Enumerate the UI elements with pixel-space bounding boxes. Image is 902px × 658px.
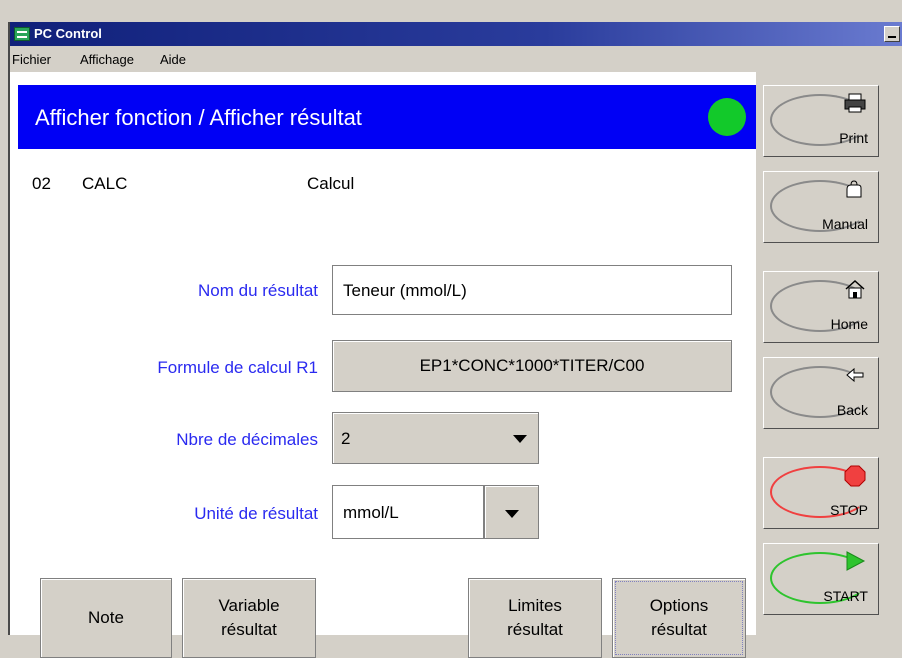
title-bar: PC Control xyxy=(10,22,902,46)
sidebar: Print Manual Home Back STOP START xyxy=(756,72,902,635)
unit-input[interactable]: mmol/L xyxy=(332,485,484,539)
printer-icon xyxy=(844,93,866,113)
result-name-value: Teneur (mmol/L) xyxy=(343,281,467,300)
main-panel: Afficher fonction / Afficher résultat 02… xyxy=(10,72,756,658)
result-name-label: Nom du résultat xyxy=(198,281,318,300)
page-title: Afficher fonction / Afficher résultat xyxy=(35,105,362,130)
variable-result-label-2: résultat xyxy=(221,620,277,639)
function-code: CALC xyxy=(82,174,128,193)
variable-result-button[interactable]: Variable résultat xyxy=(182,578,316,658)
note-button[interactable]: Note xyxy=(40,578,172,658)
back-label: Back xyxy=(836,402,868,418)
stop-octagon-icon xyxy=(844,465,866,487)
house-icon xyxy=(845,279,865,299)
print-button[interactable]: Print xyxy=(763,85,879,157)
limits-result-button[interactable]: Limites résultat xyxy=(468,578,602,658)
home-label: Home xyxy=(830,316,868,332)
variable-result-label-1: Variable xyxy=(218,596,280,616)
app-logo-icon xyxy=(14,27,30,41)
header-bar: Afficher fonction / Afficher résultat xyxy=(18,85,756,149)
formula-label: Formule de calcul R1 xyxy=(157,358,318,377)
menu-bar: Fichier Affichage Aide xyxy=(10,46,902,72)
back-arrow-icon xyxy=(846,367,864,383)
options-result-button[interactable]: Options résultat xyxy=(612,578,746,658)
manual-button[interactable]: Manual xyxy=(763,171,879,243)
menu-affichage[interactable]: Affichage xyxy=(80,52,134,67)
unit-dropdown-button[interactable] xyxy=(484,485,539,539)
limits-result-label-2: résultat xyxy=(507,620,563,639)
formula-value: EP1*CONC*1000*TITER/C00 xyxy=(419,356,645,375)
stop-label: STOP xyxy=(830,502,868,518)
decimals-label: Nbre de décimales xyxy=(176,430,318,449)
play-triangle-icon xyxy=(846,551,866,571)
start-button[interactable]: START xyxy=(763,543,879,615)
menu-aide[interactable]: Aide xyxy=(160,52,186,67)
result-name-input[interactable]: Teneur (mmol/L) xyxy=(332,265,732,315)
start-label: START xyxy=(823,588,868,604)
status-indicator-icon xyxy=(708,98,746,136)
note-button-label: Note xyxy=(88,608,124,628)
limits-result-label-1: Limites xyxy=(508,596,562,616)
stop-button[interactable]: STOP xyxy=(763,457,879,529)
manual-label: Manual xyxy=(822,216,868,232)
back-button[interactable]: Back xyxy=(763,357,879,429)
function-name: Calcul xyxy=(307,174,355,193)
chevron-down-icon xyxy=(505,510,519,518)
options-result-label-2: résultat xyxy=(651,620,707,639)
decimals-value: 2 xyxy=(341,429,351,448)
home-button[interactable]: Home xyxy=(763,271,879,343)
window-title: PC Control xyxy=(34,26,102,41)
app-window: PC Control Fichier Affichage Aide Affich… xyxy=(8,22,902,658)
decimals-select[interactable]: 2 xyxy=(332,412,539,464)
menu-fichier[interactable]: Fichier xyxy=(12,52,51,67)
options-result-label-1: Options xyxy=(649,596,709,616)
chevron-down-icon xyxy=(513,435,527,443)
hand-icon xyxy=(846,180,862,198)
formula-button[interactable]: EP1*CONC*1000*TITER/C00 xyxy=(332,340,732,392)
print-label: Print xyxy=(839,130,868,146)
unit-label: Unité de résultat xyxy=(194,504,318,523)
minimize-button[interactable] xyxy=(884,26,900,42)
function-number: 02 xyxy=(32,174,51,193)
unit-value: mmol/L xyxy=(343,503,399,522)
